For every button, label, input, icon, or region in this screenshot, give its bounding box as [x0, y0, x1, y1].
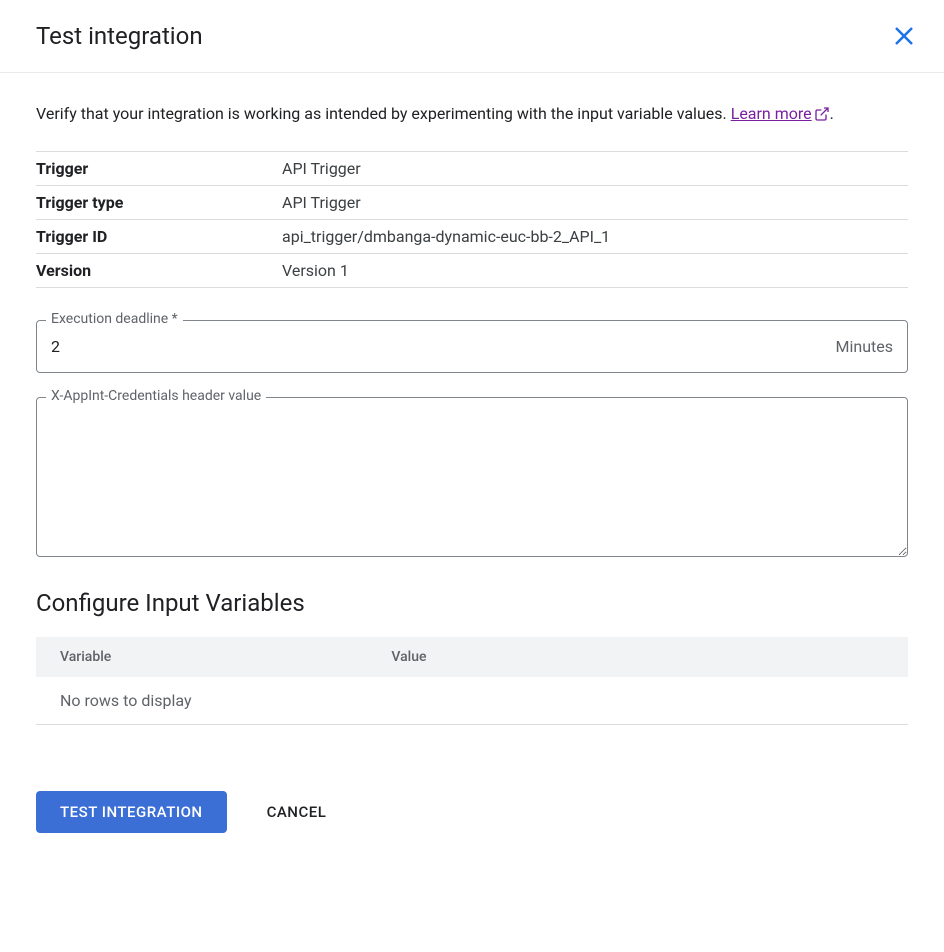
version-label: Version	[36, 253, 282, 287]
info-row-version: Version Version 1	[36, 253, 908, 287]
trigger-type-value: API Trigger	[282, 185, 908, 219]
version-value: Version 1	[282, 253, 908, 287]
close-button[interactable]	[888, 20, 920, 52]
execution-deadline-field: Execution deadline * Minutes	[36, 320, 908, 373]
trigger-label: Trigger	[36, 151, 282, 185]
cancel-button[interactable]: Cancel	[263, 791, 331, 833]
trigger-info-table: Trigger API Trigger Trigger type API Tri…	[36, 151, 908, 288]
info-row-trigger-type: Trigger type API Trigger	[36, 185, 908, 219]
description-text: Verify that your integration is working …	[36, 104, 731, 123]
credentials-header-field: X-AppInt-Credentials header value	[36, 397, 908, 561]
vars-table-header-row: Variable Value	[36, 637, 908, 677]
trigger-value: API Trigger	[282, 151, 908, 185]
dialog-footer: Test Integration Cancel	[0, 745, 944, 853]
info-row-trigger-id: Trigger ID api_trigger/dmbanga-dynamic-e…	[36, 219, 908, 253]
trigger-id-label: Trigger ID	[36, 219, 282, 253]
vars-empty-message: No rows to display	[36, 677, 908, 725]
vars-col-variable: Variable	[36, 637, 367, 677]
configure-input-vars-title: Configure Input Variables	[36, 589, 908, 617]
test-integration-button[interactable]: Test Integration	[36, 791, 227, 833]
dialog-body: Verify that your integration is working …	[0, 73, 944, 745]
dialog-header: Test integration	[0, 0, 944, 73]
execution-deadline-unit: Minutes	[836, 337, 894, 356]
info-row-trigger: Trigger API Trigger	[36, 151, 908, 185]
vars-col-value: Value	[367, 637, 908, 677]
description-suffix: .	[830, 104, 834, 123]
dialog-description: Verify that your integration is working …	[36, 101, 908, 127]
trigger-id-value: api_trigger/dmbanga-dynamic-euc-bb-2_API…	[282, 219, 908, 253]
vars-empty-row: No rows to display	[36, 677, 908, 725]
execution-deadline-wrap: Minutes	[36, 320, 908, 373]
close-icon	[892, 24, 916, 48]
execution-deadline-input[interactable]	[51, 321, 836, 372]
trigger-type-label: Trigger type	[36, 185, 282, 219]
input-variables-table: Variable Value No rows to display	[36, 637, 908, 725]
credentials-header-textarea[interactable]	[36, 397, 908, 557]
external-link-icon	[814, 106, 830, 122]
learn-more-label: Learn more	[731, 101, 812, 127]
execution-deadline-label: Execution deadline *	[46, 311, 183, 327]
credentials-header-label: X-AppInt-Credentials header value	[46, 388, 266, 404]
learn-more-link[interactable]: Learn more	[731, 101, 830, 127]
dialog-title: Test integration	[36, 22, 203, 50]
